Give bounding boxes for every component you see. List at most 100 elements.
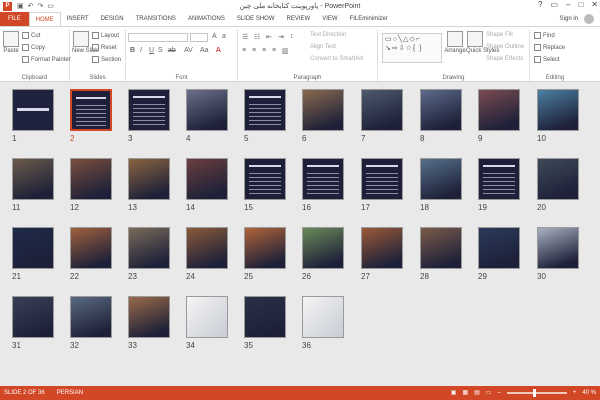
shape-outline-button[interactable]: Shape Outline: [486, 44, 524, 50]
copy-button[interactable]: Copy: [22, 44, 45, 51]
character-spacing-icon[interactable]: AV: [184, 47, 193, 54]
zoom-out-button[interactable]: –: [497, 386, 500, 400]
tab-insert[interactable]: INSERT: [61, 12, 95, 26]
shape-fill-button[interactable]: Shape Fill: [486, 32, 513, 38]
start-slideshow-icon[interactable]: ▭: [47, 2, 54, 10]
find-button[interactable]: Find: [534, 32, 555, 39]
close-button[interactable]: ✕: [591, 0, 598, 9]
slide-thumbnail[interactable]: [12, 227, 54, 269]
underline-icon[interactable]: U: [149, 47, 154, 54]
quick-styles-button[interactable]: Quick Styles: [466, 31, 499, 54]
slide-thumbnail[interactable]: [128, 158, 170, 200]
slide-thumbnail[interactable]: [420, 227, 462, 269]
new-slide-button[interactable]: New Slide: [72, 31, 99, 54]
slide-thumbnail[interactable]: [361, 89, 403, 131]
columns-icon[interactable]: ▥: [282, 47, 289, 55]
slide-thumbnail[interactable]: [302, 296, 344, 338]
font-size-combo[interactable]: [190, 33, 208, 42]
slide-thumbnail[interactable]: [537, 158, 579, 200]
align-right-icon[interactable]: ≡: [262, 47, 266, 54]
save-icon[interactable]: ▣: [17, 2, 24, 10]
paste-button[interactable]: Paste: [2, 31, 20, 54]
text-direction-button[interactable]: Text Direction: [310, 32, 346, 38]
arrange-button[interactable]: Arrange: [444, 31, 466, 54]
undo-icon[interactable]: ↶: [28, 2, 34, 10]
italic-icon[interactable]: I: [140, 47, 142, 54]
bullets-icon[interactable]: ☰: [242, 33, 248, 41]
line-spacing-icon[interactable]: ↕: [290, 33, 294, 40]
grow-font-icon[interactable]: A: [212, 33, 217, 40]
slide-thumbnail[interactable]: [537, 227, 579, 269]
slide-thumbnail[interactable]: [70, 158, 112, 200]
slide-thumbnail[interactable]: [420, 89, 462, 131]
tab-home[interactable]: HOME: [28, 12, 61, 26]
slide-thumbnail[interactable]: [186, 158, 228, 200]
decrease-indent-icon[interactable]: ⇤: [266, 33, 272, 41]
change-case-icon[interactable]: Aa: [200, 47, 209, 54]
slide-thumbnail[interactable]: [537, 89, 579, 131]
font-name-combo[interactable]: [128, 33, 188, 42]
slide-thumbnail[interactable]: [12, 158, 54, 200]
slide-thumbnail[interactable]: [244, 89, 286, 131]
redo-icon[interactable]: ↷: [38, 2, 44, 10]
ribbon-display-button[interactable]: ▭: [550, 0, 558, 9]
zoom-slider-thumb[interactable]: [532, 389, 536, 397]
reading-view-icon[interactable]: ▤: [474, 386, 480, 400]
maximize-button[interactable]: □: [578, 0, 583, 9]
sign-in-link[interactable]: Sign in: [560, 12, 578, 26]
slide-thumbnail[interactable]: [420, 158, 462, 200]
slide-thumbnail[interactable]: [361, 227, 403, 269]
cut-button[interactable]: Cut: [22, 32, 40, 39]
bold-icon[interactable]: B: [130, 47, 135, 54]
reset-button[interactable]: Reset: [92, 44, 117, 51]
numbering-icon[interactable]: ☷: [254, 33, 260, 41]
language-indicator[interactable]: PERSIAN: [57, 386, 83, 400]
slideshow-view-icon[interactable]: ▭: [486, 386, 492, 400]
format-painter-button[interactable]: Format Painter: [22, 56, 71, 63]
replace-button[interactable]: Replace: [534, 44, 565, 51]
slide-thumbnail[interactable]: [244, 227, 286, 269]
slide-thumbnail[interactable]: [302, 227, 344, 269]
slide-thumbnail[interactable]: [302, 158, 344, 200]
zoom-level[interactable]: 40 %: [582, 386, 596, 400]
slide-thumbnail[interactable]: [70, 296, 112, 338]
tab-fileminimizer[interactable]: FILEminimizer: [344, 12, 394, 26]
strikethrough-icon[interactable]: ab: [168, 47, 176, 54]
tab-review[interactable]: REVIEW: [281, 12, 317, 26]
tab-design[interactable]: DESIGN: [95, 12, 130, 26]
shrink-font-icon[interactable]: a: [222, 33, 226, 40]
slide-thumbnail[interactable]: [12, 89, 54, 131]
slide-thumbnail[interactable]: [128, 227, 170, 269]
align-center-icon[interactable]: ≡: [252, 47, 256, 54]
tab-file[interactable]: FILE: [0, 12, 29, 26]
font-color-icon[interactable]: A: [216, 47, 221, 54]
align-left-icon[interactable]: ≡: [242, 47, 246, 54]
increase-indent-icon[interactable]: ⇥: [278, 33, 284, 41]
section-button[interactable]: Section: [92, 56, 121, 63]
slide-thumbnail[interactable]: [302, 89, 344, 131]
slide-thumbnail[interactable]: [186, 227, 228, 269]
convert-smartart-button[interactable]: Convert to SmartArt: [310, 56, 363, 62]
minimize-button[interactable]: –: [566, 0, 570, 9]
slide-thumbnail[interactable]: [186, 296, 228, 338]
slide-thumbnail[interactable]: [186, 89, 228, 131]
zoom-in-button[interactable]: +: [573, 386, 577, 400]
slide-thumbnail[interactable]: [361, 158, 403, 200]
slide-thumbnail[interactable]: [478, 158, 520, 200]
normal-view-icon[interactable]: ▣: [451, 386, 457, 400]
align-text-button[interactable]: Align Text: [310, 44, 336, 50]
slide-thumbnail[interactable]: [128, 89, 170, 131]
slide-thumbnail[interactable]: [70, 227, 112, 269]
slide-thumbnail[interactable]: [244, 158, 286, 200]
select-button[interactable]: Select: [534, 56, 560, 63]
tab-transitions[interactable]: TRANSITIONS: [130, 12, 182, 26]
layout-button[interactable]: Layout: [92, 32, 119, 39]
tab-slide-show[interactable]: SLIDE SHOW: [231, 12, 281, 26]
slide-thumbnail[interactable]: [70, 89, 112, 131]
slide-thumbnail[interactable]: [478, 227, 520, 269]
shape-effects-button[interactable]: Shape Effects: [486, 56, 523, 62]
tab-animations[interactable]: ANIMATIONS: [182, 12, 231, 26]
slide-thumbnail[interactable]: [244, 296, 286, 338]
shapes-gallery[interactable]: ▭○╲△◇⌐ ↘⇨⇩☆{ }: [382, 33, 442, 63]
tab-view[interactable]: VIEW: [316, 12, 343, 26]
